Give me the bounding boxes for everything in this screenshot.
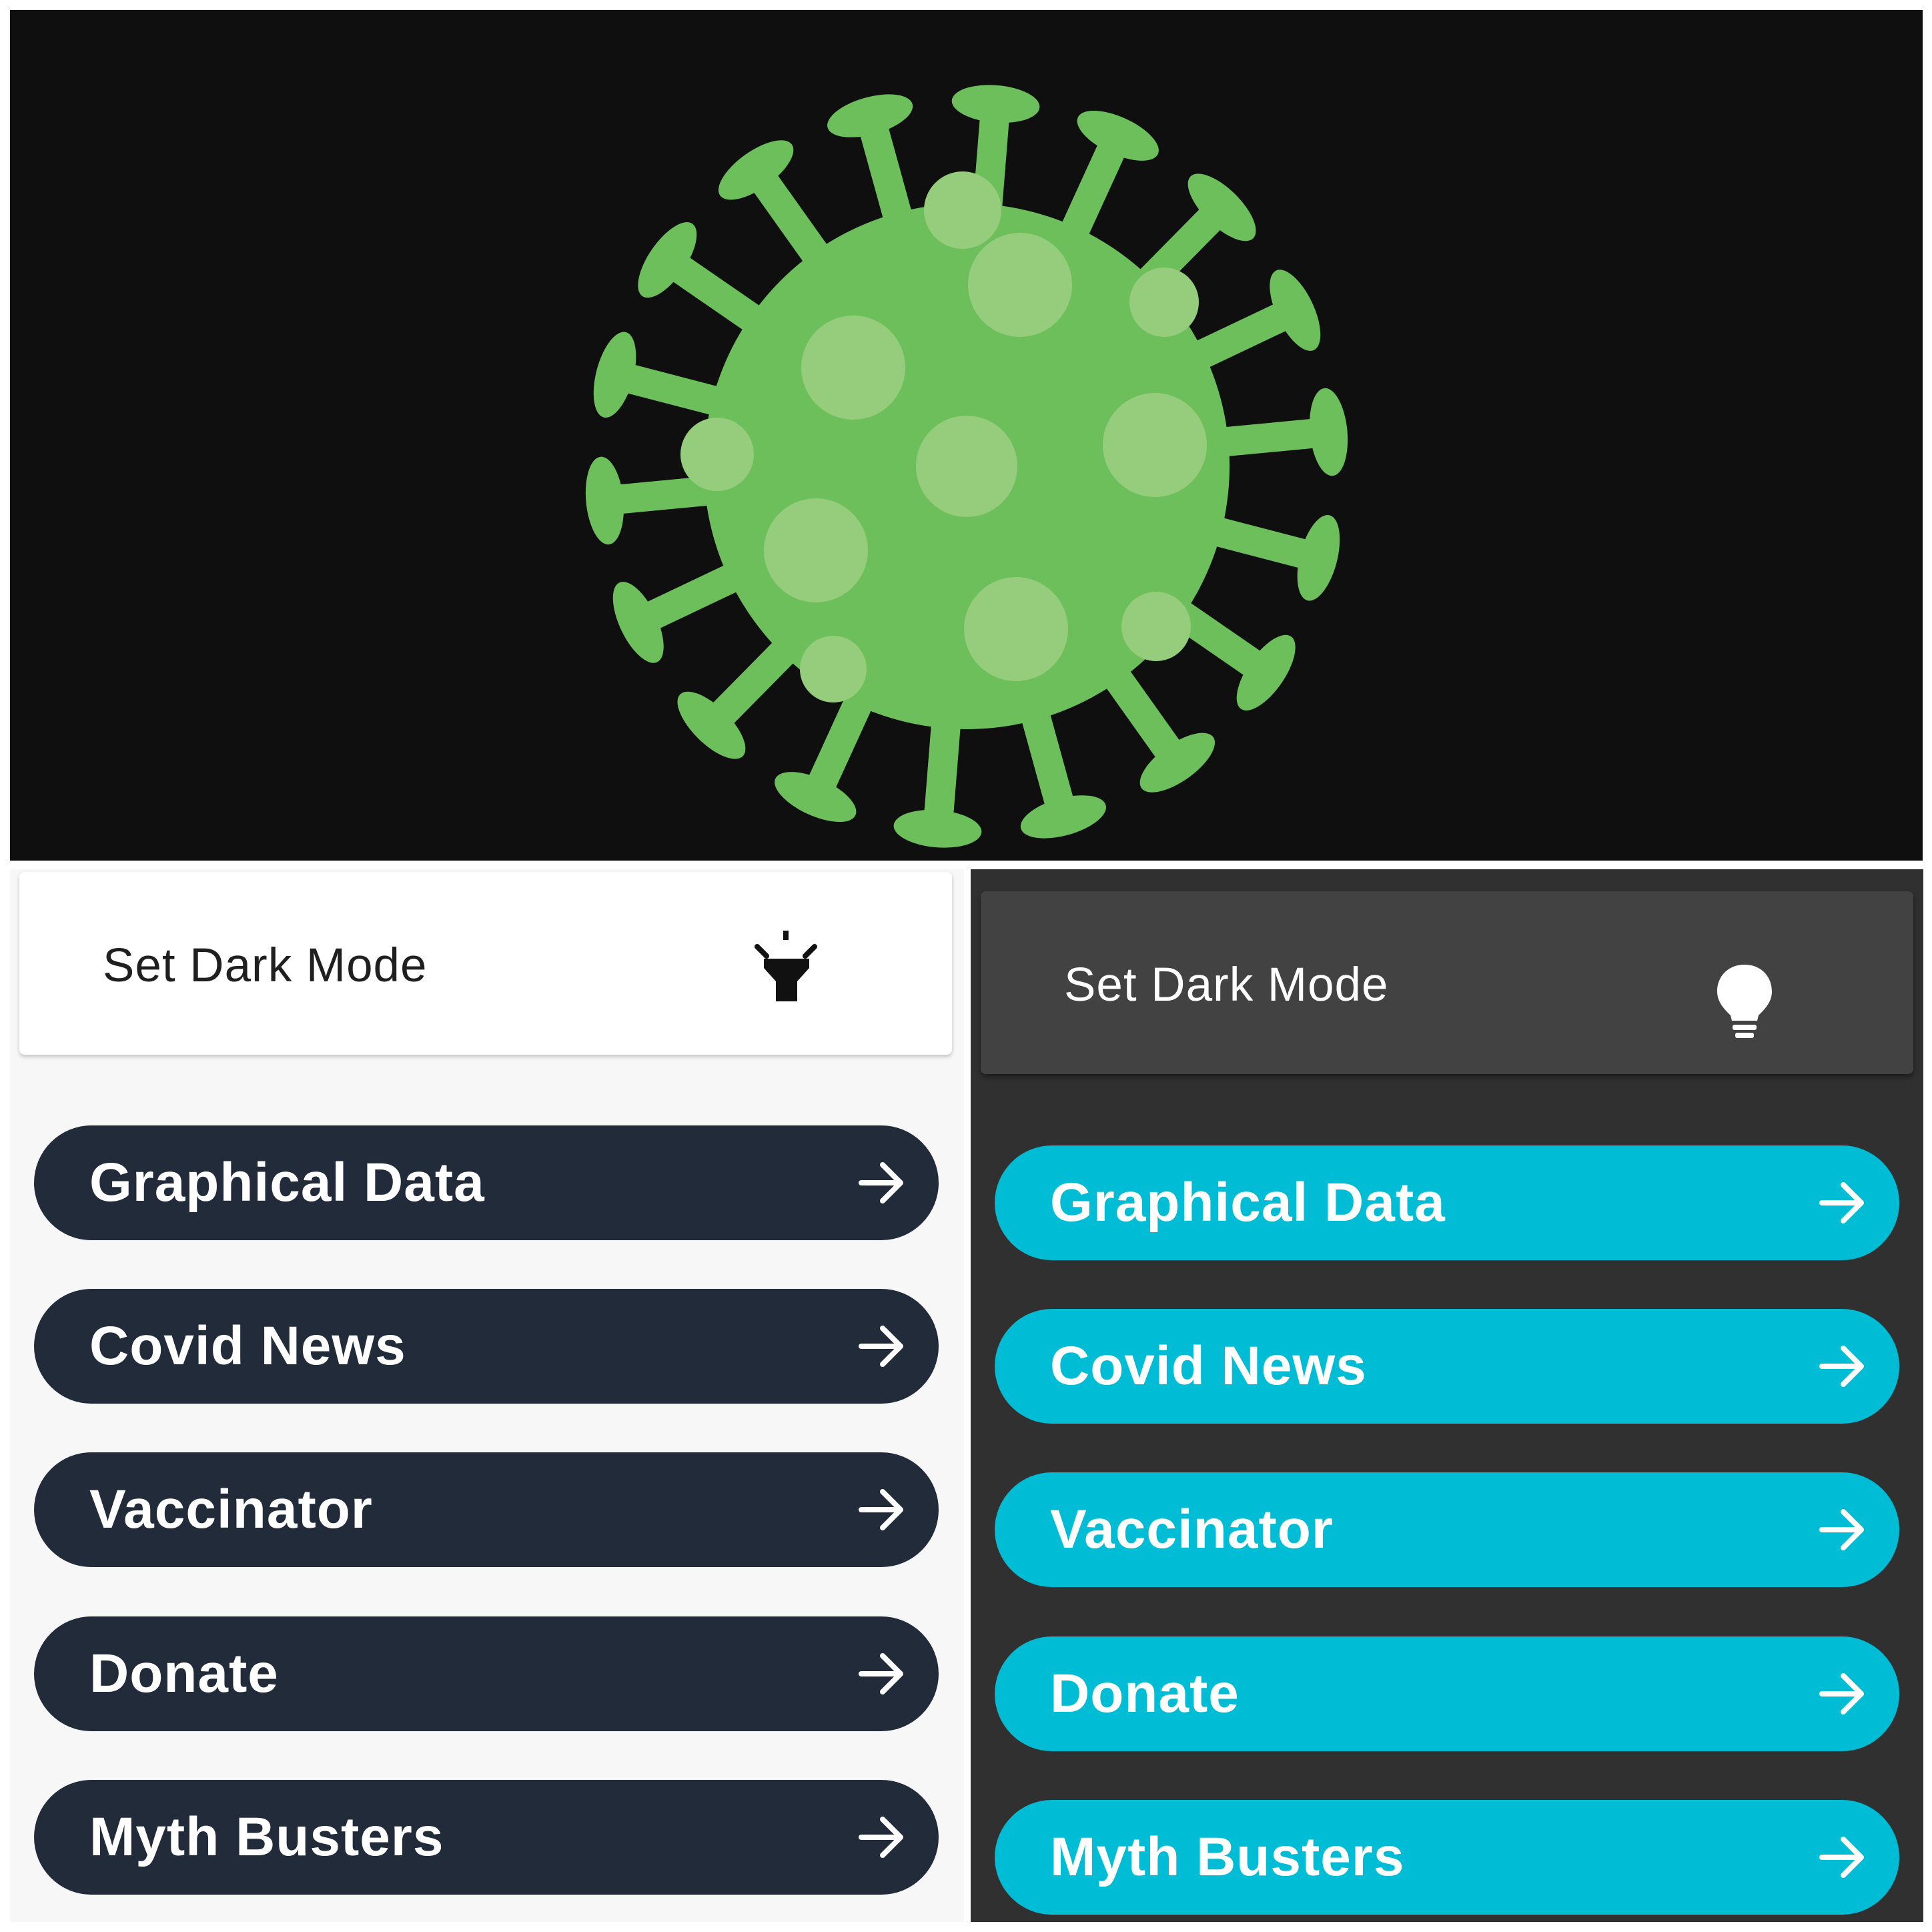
graphical-data-button[interactable]: Graphical Data — [34, 1125, 939, 1240]
covid-news-button[interactable]: Covid News — [995, 1309, 1899, 1424]
vaccinator-button[interactable]: Vaccinator — [995, 1472, 1899, 1587]
graphical-data-label: Graphical Data — [89, 1152, 485, 1213]
donate-label: Donate — [1050, 1663, 1240, 1724]
donate-label: Donate — [89, 1643, 279, 1704]
donate-button[interactable]: Donate — [34, 1616, 939, 1731]
myth-busters-button[interactable]: Myth Busters — [995, 1800, 1899, 1915]
flashlight-icon[interactable] — [753, 929, 820, 1006]
virus-banner — [10, 10, 1923, 861]
light-theme-panel: Set Dark Mode Graphical Data Covid News … — [10, 869, 964, 1922]
arrow-right-icon — [1819, 1673, 1864, 1715]
myth-busters-button[interactable]: Myth Busters — [34, 1780, 939, 1895]
arrow-right-icon — [1819, 1837, 1864, 1878]
dark-mode-toggle-card[interactable]: Set Dark Mode — [19, 872, 952, 1055]
arrow-right-icon — [1819, 1509, 1864, 1550]
graphical-data-button[interactable]: Graphical Data — [995, 1145, 1899, 1260]
myth-busters-label: Myth Busters — [89, 1807, 444, 1867]
donate-button[interactable]: Donate — [995, 1636, 1899, 1751]
arrow-right-icon — [859, 1489, 903, 1530]
arrow-right-icon — [1819, 1182, 1864, 1224]
dark-mode-toggle-card[interactable]: Set Dark Mode — [981, 891, 1913, 1074]
covid-news-label: Covid News — [1050, 1336, 1367, 1396]
arrow-right-icon — [859, 1653, 903, 1695]
virus-icon — [585, 85, 1348, 848]
dark-mode-toggle-label: Set Dark Mode — [103, 939, 428, 992]
lightbulb-icon[interactable] — [1715, 962, 1775, 1045]
graphical-data-label: Graphical Data — [1050, 1172, 1446, 1233]
vaccinator-button[interactable]: Vaccinator — [34, 1452, 939, 1567]
covid-news-label: Covid News — [89, 1316, 406, 1376]
dark-theme-panel: Set Dark Mode Graphical Data Covid News … — [971, 869, 1923, 1922]
arrow-right-icon — [1819, 1346, 1864, 1387]
dark-mode-toggle-label: Set Dark Mode — [1064, 959, 1389, 1011]
covid-news-button[interactable]: Covid News — [34, 1289, 939, 1404]
myth-busters-label: Myth Busters — [1050, 1827, 1405, 1887]
arrow-right-icon — [859, 1326, 903, 1367]
vaccinator-label: Vaccinator — [1050, 1499, 1334, 1560]
arrow-right-icon — [859, 1162, 903, 1203]
vaccinator-label: Vaccinator — [89, 1479, 373, 1540]
arrow-right-icon — [859, 1817, 903, 1858]
